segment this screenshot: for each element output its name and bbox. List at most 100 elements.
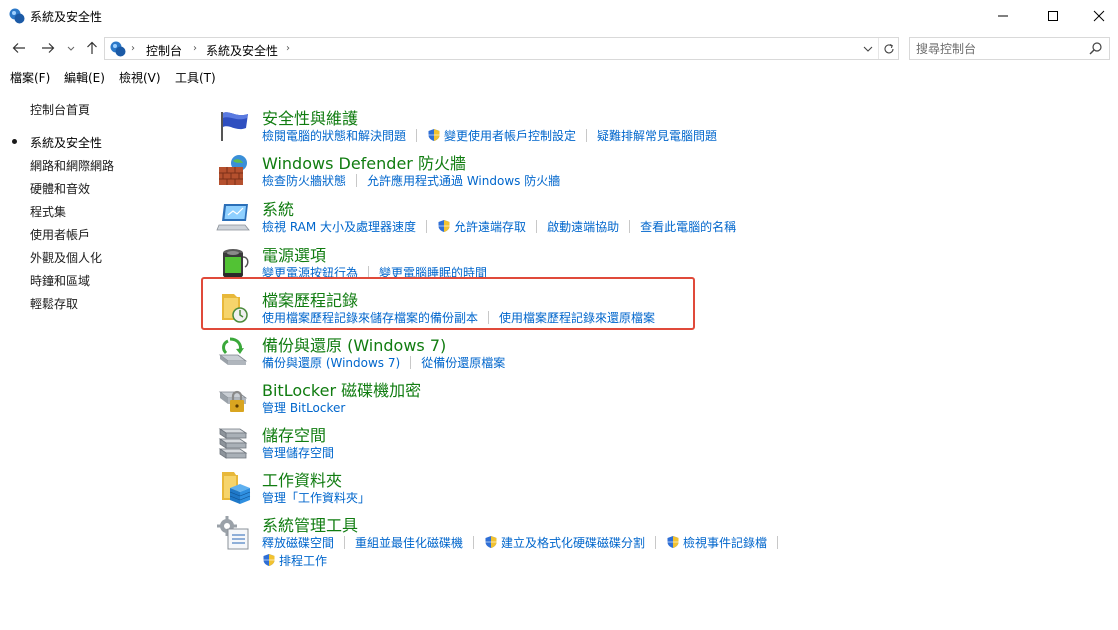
navigation-bar: › 控制台 › 系統及安全性 › [0,34,1118,62]
category-links: 檢閱電腦的狀態和解決問題 變更使用者帳戶控制設定 疑難排解常見電腦問題 [262,127,717,143]
category-links: 檢查防火牆狀態 允許應用程式通過 Windows 防火牆 [262,172,560,188]
nav-item-user-accounts[interactable]: 使用者帳戶 [30,226,90,243]
link-event-logs[interactable]: 檢視事件記錄檔 [666,534,767,551]
link-disk-cleanup[interactable]: 釋放磁碟空間 [262,534,334,551]
nav-item-hardware-sound[interactable]: 硬體和音效 [30,180,90,197]
category-title[interactable]: Windows Defender 防火牆 [262,150,466,174]
category-links: 備份與還原 (Windows 7) 從備份還原檔案 [262,354,505,370]
link-create-partitions[interactable]: 建立及格式化硬碟磁碟分割 [484,534,645,551]
control-panel-icon [110,41,126,57]
minimize-icon [998,15,1008,17]
category-title[interactable]: BitLocker 磁碟機加密 [262,377,421,401]
link-allow-app[interactable]: 允許應用程式通過 Windows 防火牆 [367,172,560,189]
link-label: 查看此電腦的名稱 [640,219,737,234]
link-manage-work-folders[interactable]: 管理「工作資料夾」 [262,489,370,506]
link-schedule-tasks[interactable]: 排程工作 [262,552,327,569]
firewall-icon [219,155,247,185]
link-label: 變更使用者帳戶控制設定 [444,128,577,143]
address-bar[interactable]: › 控制台 › 系統及安全性 › [104,37,899,60]
search-icon[interactable] [1088,41,1103,56]
flag-icon [221,112,248,141]
back-button[interactable] [9,38,29,58]
link-troubleshoot[interactable]: 疑難排解常見電腦問題 [597,127,717,144]
link-view-ram[interactable]: 檢視 RAM 大小及處理器速度 [262,218,416,235]
link-label: 管理儲存空間 [262,445,335,460]
link-check-firewall[interactable]: 檢查防火牆狀態 [262,172,346,189]
link-label: 檢視事件記錄檔 [683,535,768,550]
link-separator [344,535,346,549]
link-label: 疑難排解常見電腦問題 [597,128,718,143]
link-change-uac[interactable]: 變更使用者帳戶控制設定 [427,127,576,144]
menu-bar: 檔案(F) 編輯(E) 檢視(V) 工具(T) [0,66,1118,86]
link-label: 允許遠端存取 [454,219,527,234]
category-title[interactable]: 工作資料夾 [262,467,342,491]
recent-locations-button[interactable] [64,38,78,58]
minimize-button[interactable] [980,0,1026,32]
battery-icon [223,249,249,279]
category-links: 檢視 RAM 大小及處理器速度 允許遠端存取 啟動遠端協助 查看此電腦的名稱 [262,218,736,234]
link-separator [629,219,631,233]
breadcrumb-separator-icon[interactable]: › [193,43,197,54]
link-separator [655,535,657,549]
admin-tools-icon [217,516,249,550]
nav-item-ease-of-access[interactable]: 輕鬆存取 [30,295,78,312]
breadcrumb-separator-icon[interactable]: › [286,43,290,54]
nav-control-panel-home[interactable]: 控制台首頁 [30,101,90,118]
refresh-icon [884,43,894,53]
menu-tools[interactable]: 工具(T) [175,69,216,86]
category-backup-restore: 備份與還原 (Windows 7) 備份與還原 (Windows 7) 從備份還… [216,335,1096,379]
link-label: 啟動遠端協助 [547,219,620,234]
breadcrumb-control-panel[interactable]: 控制台 [146,42,182,59]
category-admin-tools: 系統管理工具 釋放磁碟空間 重組並最佳化磁碟機 建立及格式化硬碟磁碟分割 檢視事… [216,515,1096,571]
category-links-row2: 排程工作 [262,552,327,568]
link-label: 排程工作 [279,553,328,568]
nav-item-programs[interactable]: 程式集 [30,203,66,220]
link-label: 從備份還原檔案 [421,355,506,370]
category-system: 系統 檢視 RAM 大小及處理器速度 允許遠端存取 啟動遠端協助 查看此電腦的名… [216,199,1096,243]
link-manage-storage[interactable]: 管理儲存空間 [262,444,334,461]
menu-view[interactable]: 檢視(V) [119,69,161,86]
work-folders-icon [222,472,251,504]
nav-item-appearance[interactable]: 外觀及個人化 [30,249,102,266]
category-title[interactable]: 儲存空間 [262,422,326,446]
uac-shield-icon [263,554,275,566]
category-title[interactable]: 電源選項 [262,242,326,266]
current-item-bullet [12,139,17,144]
title-bar: 系統及安全性 [0,0,1118,32]
category-title[interactable]: 系統管理工具 [262,512,358,536]
arrow-up-icon [87,41,97,54]
link-separator [356,173,358,187]
up-button[interactable] [82,38,102,58]
nav-item-system-security[interactable]: 系統及安全性 [30,134,102,151]
link-computer-name[interactable]: 查看此電腦的名稱 [640,218,736,235]
maximize-button[interactable] [1030,0,1076,32]
forward-button[interactable] [38,38,58,58]
link-allow-remote[interactable]: 允許遠端存取 [437,218,526,235]
link-label: 檢閱電腦的狀態和解決問題 [262,128,407,143]
category-title[interactable]: 備份與還原 (Windows 7) [262,332,446,356]
link-label: 檢查防火牆狀態 [262,173,347,188]
link-manage-bitlocker[interactable]: 管理 BitLocker [262,399,345,416]
nav-item-network[interactable]: 網路和網際網路 [30,157,114,174]
link-review-status[interactable]: 檢閱電腦的狀態和解決問題 [262,127,406,144]
category-title[interactable]: 系統 [262,196,294,220]
refresh-button[interactable] [878,38,898,59]
menu-edit[interactable]: 編輯(E) [64,69,105,86]
arrow-left-icon [12,43,25,53]
breadcrumb-separator-icon[interactable]: › [131,43,135,54]
highlight-box [201,277,695,330]
address-history-button[interactable] [858,38,878,59]
link-defragment[interactable]: 重組並最佳化磁碟機 [355,534,463,551]
uac-shield-icon [438,220,450,232]
chevron-down-icon [863,46,873,52]
close-button[interactable] [1076,0,1118,32]
link-remote-assistance[interactable]: 啟動遠端協助 [547,218,619,235]
nav-item-clock-region[interactable]: 時鐘和區域 [30,272,90,289]
link-backup-restore[interactable]: 備份與還原 (Windows 7) [262,354,400,371]
category-title[interactable]: 安全性與維護 [262,105,358,129]
link-restore-from-backup[interactable]: 從備份還原檔案 [421,354,505,371]
menu-file[interactable]: 檔案(F) [10,69,50,86]
breadcrumb-system-security[interactable]: 系統及安全性 [206,42,278,59]
search-input[interactable] [916,40,1081,57]
search-box[interactable] [909,37,1110,60]
